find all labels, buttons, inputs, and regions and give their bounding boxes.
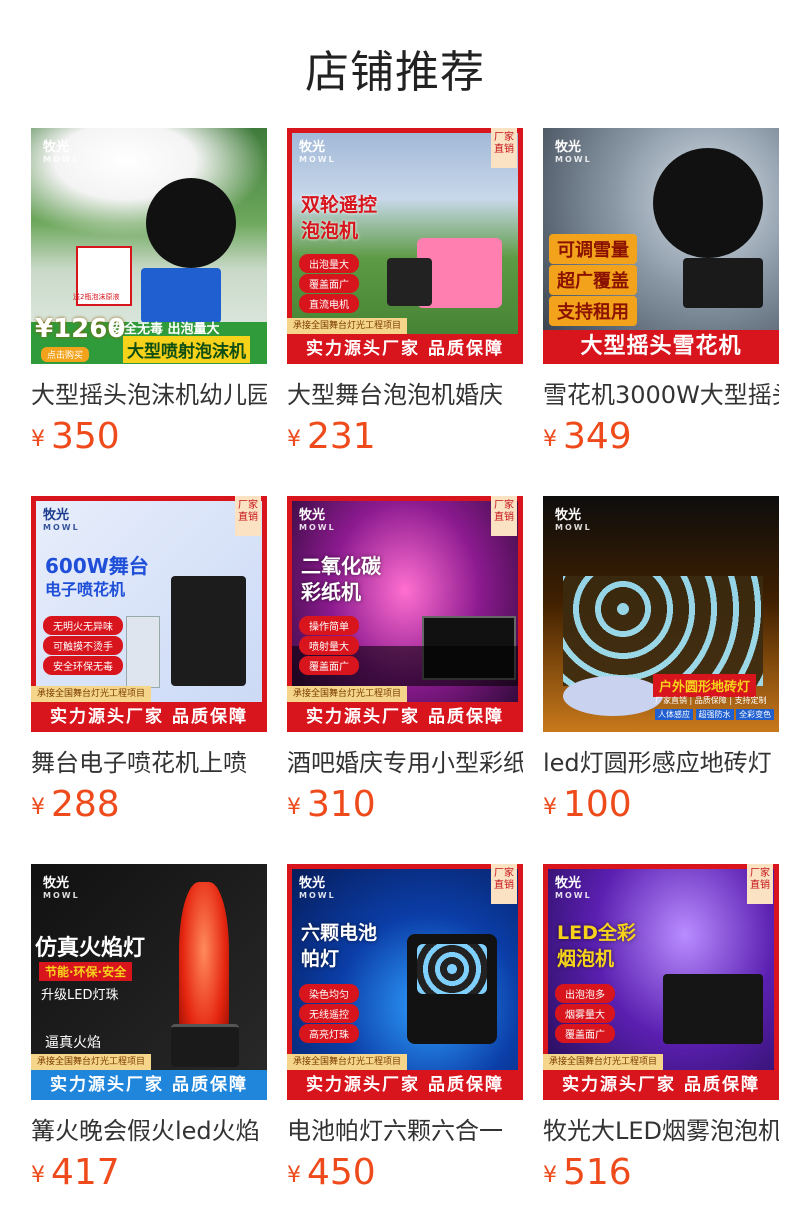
product-name[interactable]: 雪花机3000W大型摇头 [543,378,779,412]
factory-direct-badge: 厂家直销 [491,128,517,168]
product-name[interactable]: 舞台电子喷花机上喷 [31,746,267,780]
product-price: ¥310 [287,784,376,825]
currency-symbol: ¥ [543,795,557,820]
product-price: ¥100 [543,784,632,825]
price-value: 417 [51,1152,120,1193]
product-image[interactable]: 牧光 MOWL ¥1260 点击购买 安全无毒 出泡量大 大型喷射泡沫机 送2瓶泡… [31,128,267,364]
product-name[interactable]: 大型摇头泡沫机幼儿园 [31,378,267,412]
product-card[interactable]: 牧光 MOWL 厂家直销 六颗电池 帕灯 染色均匀 无线遥控 高亮灯珠 承接全国舞… [287,864,525,1194]
factory-direct-badge: 厂家直销 [235,496,261,536]
price-value: 349 [563,416,632,457]
currency-symbol: ¥ [31,1163,45,1188]
product-name[interactable]: led灯圆形感应地砖灯 [543,746,779,780]
brand-logo: 牧光 MOWL [299,508,336,532]
brand-logo: 牧光 MOWL [299,876,336,900]
brand-logo: 牧光 MOWL [43,876,80,900]
price-value: 350 [51,416,120,457]
product-card[interactable]: 牧光 MOWL 厂家直销 二氧化碳 彩纸机 操作简单 喷射量大 覆盖面广 承接全国… [287,496,525,826]
product-price: ¥417 [31,1152,120,1193]
product-price: ¥288 [31,784,120,825]
product-name[interactable]: 酒吧婚庆专用小型彩纸 [287,746,523,780]
price-value: 100 [563,784,632,825]
brand-logo: 牧光 MOWL [299,140,336,164]
product-image[interactable]: 牧光 MOWL 厂家直销 二氧化碳 彩纸机 操作简单 喷射量大 覆盖面广 承接全国… [287,496,523,732]
section-title: 店铺推荐 [305,47,485,98]
currency-symbol: ¥ [543,427,557,452]
product-image[interactable]: 牧光 MOWL 可调雪量 超广覆盖 支持租用 大型摇头雪花机 [543,128,779,364]
price-value: 310 [307,784,376,825]
product-price: ¥350 [31,416,120,457]
factory-direct-badge: 厂家直销 [491,864,517,904]
currency-symbol: ¥ [31,427,45,452]
currency-symbol: ¥ [31,795,45,820]
currency-symbol: ¥ [287,1163,301,1188]
price-value: 450 [307,1152,376,1193]
currency-symbol: ¥ [543,1163,557,1188]
product-name[interactable]: 电池帕灯六颗六合一 [287,1114,523,1148]
product-name[interactable]: 篝火晚会假火led火焰 [31,1114,267,1148]
product-card[interactable]: 牧光 MOWL ¥1260 点击购买 安全无毒 出泡量大 大型喷射泡沫机 送2瓶泡… [31,128,269,458]
brand-logo: 牧光 MOWL [43,508,80,532]
product-card[interactable]: 牧光 MOWL 仿真火焰灯 节能·环保·安全 升级LED灯珠 逼真火焰 承接全国舞… [31,864,269,1194]
product-card[interactable]: 牧光 MOWL 厂家直销 双轮遥控 泡泡机 出泡量大 覆盖面广 直流电机 承接全国… [287,128,525,458]
product-image[interactable]: 牧光 MOWL 厂家直销 双轮遥控 泡泡机 出泡量大 覆盖面广 直流电机 承接全国… [287,128,523,364]
product-image[interactable]: 牧光 MOWL 厂家直销 LED全彩 烟泡机 出泡泡多 烟雾量大 覆盖面广 承接全… [543,864,779,1100]
price-value: 516 [563,1152,632,1193]
product-price: ¥516 [543,1152,632,1193]
price-value: 288 [51,784,120,825]
currency-symbol: ¥ [287,427,301,452]
product-image[interactable]: 牧光 MOWL 厂家直销 600W舞台 电子喷花机 无明火无异味 可触摸不烫手 安… [31,496,267,732]
factory-direct-badge: 厂家直销 [491,496,517,536]
currency-symbol: ¥ [287,795,301,820]
product-card[interactable]: 牧光 MOWL 厂家直销 600W舞台 电子喷花机 无明火无异味 可触摸不烫手 安… [31,496,269,826]
product-price: ¥349 [543,416,632,457]
price-value: 231 [307,416,376,457]
brand-logo: 牧光 MOWL [43,140,80,164]
product-price: ¥231 [287,416,376,457]
product-card[interactable]: 牧光 MOWL 厂家直销 LED全彩 烟泡机 出泡泡多 烟雾量大 覆盖面广 承接全… [543,864,781,1194]
product-price: ¥450 [287,1152,376,1193]
product-card[interactable]: 牧光 MOWL 可调雪量 超广覆盖 支持租用 大型摇头雪花机 雪花机3000W大型… [543,128,781,458]
brand-logo: 牧光 MOWL [555,508,592,532]
product-card[interactable]: 牧光 MOWL 户外圆形地砖灯 厂家直销 | 品质保障 | 支持定制 人体感应 超… [543,496,781,826]
product-name[interactable]: 大型舞台泡泡机婚庆 [287,378,523,412]
brand-logo: 牧光 MOWL [555,876,592,900]
product-image[interactable]: 牧光 MOWL 厂家直销 六颗电池 帕灯 染色均匀 无线遥控 高亮灯珠 承接全国舞… [287,864,523,1100]
product-name[interactable]: 牧光大LED烟雾泡泡机 [543,1114,779,1148]
product-image[interactable]: 牧光 MOWL 仿真火焰灯 节能·环保·安全 升级LED灯珠 逼真火焰 承接全国舞… [31,864,267,1100]
brand-logo: 牧光 MOWL [555,140,592,164]
product-image[interactable]: 牧光 MOWL 户外圆形地砖灯 厂家直销 | 品质保障 | 支持定制 人体感应 超… [543,496,779,732]
factory-direct-badge: 厂家直销 [747,864,773,904]
